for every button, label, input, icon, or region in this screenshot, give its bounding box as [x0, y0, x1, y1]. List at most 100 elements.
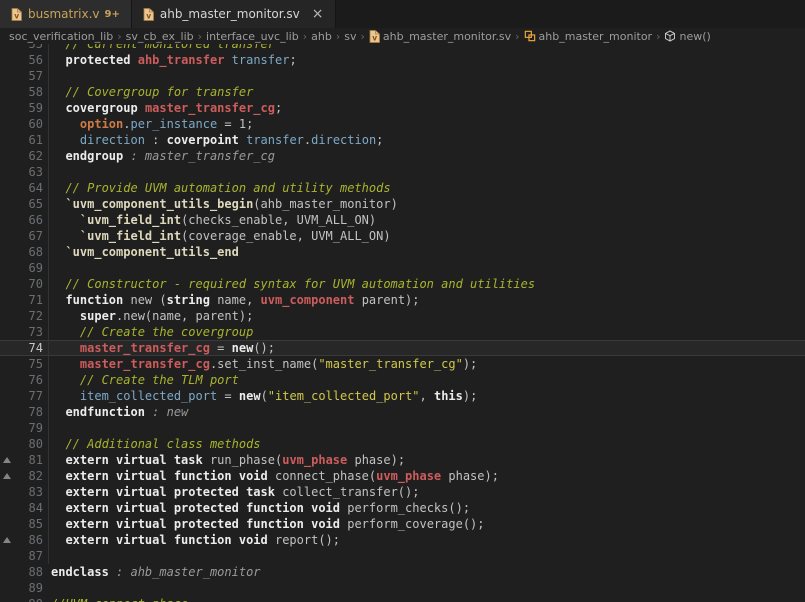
code-line[interactable]: 72 super.new(name, parent); — [0, 308, 805, 324]
code-line[interactable]: 78 endfunction : new — [0, 404, 805, 420]
code-line[interactable]: 56 protected ahb_transfer transfer; — [0, 52, 805, 68]
line-number[interactable]: 88 — [17, 564, 43, 580]
line-text[interactable]: extern virtual protected task collect_tr… — [43, 484, 805, 500]
line-number[interactable]: 63 — [17, 164, 43, 180]
code-line[interactable]: 75 master_transfer_cg.set_inst_name("mas… — [0, 356, 805, 372]
line-text[interactable]: // Create the covergroup — [43, 324, 805, 340]
code-line[interactable]: 86 extern virtual function void report()… — [0, 532, 805, 548]
line-number[interactable]: 86 — [17, 532, 43, 548]
line-number[interactable]: 58 — [17, 84, 43, 100]
line-text[interactable]: `uvm_component_utils_begin(ahb_master_mo… — [43, 196, 805, 212]
line-number[interactable]: 80 — [17, 436, 43, 452]
code-line[interactable]: 77 item_collected_port = new("item_colle… — [0, 388, 805, 404]
line-text[interactable]: covergroup master_transfer_cg; — [43, 100, 805, 116]
line-text[interactable]: extern virtual protected function void p… — [43, 500, 805, 516]
breadcrumb-item-ahb_master_monitor[interactable]: ahb_master_monitor — [524, 30, 653, 43]
line-text[interactable]: // Constructor - required syntax for UVM… — [43, 276, 805, 292]
code-line[interactable]: 64 // Provide UVM automation and utility… — [0, 180, 805, 196]
code-line[interactable]: 71 function new (string name, uvm_compon… — [0, 292, 805, 308]
line-text[interactable] — [43, 580, 805, 596]
line-number[interactable]: 84 — [17, 500, 43, 516]
code-line[interactable]: 68 `uvm_component_utils_end — [0, 244, 805, 260]
line-text[interactable]: function new (string name, uvm_component… — [43, 292, 805, 308]
code-line[interactable]: 57 — [0, 68, 805, 84]
code-line[interactable]: 58 // Covergroup for transfer — [0, 84, 805, 100]
breadcrumb-item-sv_cb_ex_lib[interactable]: sv_cb_ex_lib — [126, 30, 194, 43]
code-line[interactable]: 70 // Constructor - required syntax for … — [0, 276, 805, 292]
code-line[interactable]: 79 — [0, 420, 805, 436]
line-text[interactable]: item_collected_port = new("item_collecte… — [43, 388, 805, 404]
code-line[interactable]: 61 direction : coverpoint transfer.direc… — [0, 132, 805, 148]
line-number[interactable]: 66 — [17, 212, 43, 228]
code-line[interactable]: 90//UVM connect phase — [0, 596, 805, 602]
line-text[interactable]: // Additional class methods — [43, 436, 805, 452]
line-text[interactable]: direction : coverpoint transfer.directio… — [43, 132, 805, 148]
line-number[interactable]: 62 — [17, 148, 43, 164]
line-text[interactable]: extern virtual function void report(); — [43, 532, 805, 548]
close-icon[interactable]: × — [312, 7, 324, 21]
line-number[interactable]: 56 — [17, 52, 43, 68]
line-text[interactable]: extern virtual function void connect_pha… — [43, 468, 805, 484]
line-text[interactable]: // Create the TLM port — [43, 372, 805, 388]
line-text[interactable] — [43, 260, 805, 276]
code-line[interactable]: 88endclass : ahb_master_monitor — [0, 564, 805, 580]
breadcrumb-item-soc_verification_lib[interactable]: soc_verification_lib — [9, 30, 113, 43]
line-text[interactable]: super.new(name, parent); — [43, 308, 805, 324]
line-text[interactable]: protected ahb_transfer transfer; — [43, 52, 805, 68]
code-line[interactable]: 66 `uvm_field_int(checks_enable, UVM_ALL… — [0, 212, 805, 228]
code-line[interactable]: 59 covergroup master_transfer_cg; — [0, 100, 805, 116]
breadcrumb-item-new[interactable]: new() — [664, 30, 710, 43]
line-number[interactable]: 64 — [17, 180, 43, 196]
line-number[interactable]: 69 — [17, 260, 43, 276]
code-line[interactable]: 55 // Current monitored transfer — [0, 44, 805, 52]
line-number[interactable]: 67 — [17, 228, 43, 244]
line-text[interactable]: extern virtual task run_phase(uvm_phase … — [43, 452, 805, 468]
line-number[interactable]: 83 — [17, 484, 43, 500]
tab-ahb-master-monitor[interactable]: v ahb_master_monitor.sv × — [132, 0, 336, 28]
breadcrumb-item-ahb[interactable]: ahb — [311, 30, 332, 43]
line-text[interactable]: // Provide UVM automation and utility me… — [43, 180, 805, 196]
code-line[interactable]: 74 master_transfer_cg = new(); — [0, 340, 805, 356]
tab-busmatrix[interactable]: v busmatrix.v 9+ — [0, 0, 132, 28]
code-editor[interactable]: 55 // Current monitored transfer56 prote… — [0, 44, 805, 602]
line-number[interactable]: 74 — [17, 340, 43, 356]
code-line[interactable]: 89 — [0, 580, 805, 596]
line-number[interactable]: 78 — [17, 404, 43, 420]
line-text[interactable] — [43, 164, 805, 180]
line-number[interactable]: 73 — [17, 324, 43, 340]
code-line[interactable]: 87 — [0, 548, 805, 564]
line-number[interactable]: 87 — [17, 548, 43, 564]
line-text[interactable]: endgroup : master_transfer_cg — [43, 148, 805, 164]
line-number[interactable]: 79 — [17, 420, 43, 436]
line-text[interactable]: master_transfer_cg.set_inst_name("master… — [43, 356, 805, 372]
line-number[interactable]: 81 — [17, 452, 43, 468]
line-number[interactable]: 68 — [17, 244, 43, 260]
line-number[interactable]: 76 — [17, 372, 43, 388]
code-line[interactable]: 63 — [0, 164, 805, 180]
line-number[interactable]: 77 — [17, 388, 43, 404]
code-line[interactable]: 82 extern virtual function void connect_… — [0, 468, 805, 484]
line-number[interactable]: 75 — [17, 356, 43, 372]
line-text[interactable]: master_transfer_cg = new(); — [43, 340, 805, 356]
line-number[interactable]: 65 — [17, 196, 43, 212]
line-text[interactable]: option.per_instance = 1; — [43, 116, 805, 132]
breadcrumb-item-sv[interactable]: sv — [344, 30, 356, 43]
line-number[interactable]: 82 — [17, 468, 43, 484]
line-text[interactable]: endclass : ahb_master_monitor — [43, 564, 805, 580]
line-number[interactable]: 72 — [17, 308, 43, 324]
line-text[interactable]: `uvm_field_int(checks_enable, UVM_ALL_ON… — [43, 212, 805, 228]
breadcrumb-item-ahb_master_monitor.sv[interactable]: vahb_master_monitor.sv — [369, 30, 511, 43]
line-text[interactable] — [43, 420, 805, 436]
line-number[interactable]: 90 — [17, 596, 43, 602]
code-line[interactable]: 62 endgroup : master_transfer_cg — [0, 148, 805, 164]
code-line[interactable]: 60 option.per_instance = 1; — [0, 116, 805, 132]
breadcrumb-item-interface_uvc_lib[interactable]: interface_uvc_lib — [206, 30, 299, 43]
code-line[interactable]: 65 `uvm_component_utils_begin(ahb_master… — [0, 196, 805, 212]
code-line[interactable]: 84 extern virtual protected function voi… — [0, 500, 805, 516]
code-line[interactable]: 67 `uvm_field_int(coverage_enable, UVM_A… — [0, 228, 805, 244]
line-text[interactable] — [43, 68, 805, 84]
code-line[interactable]: 83 extern virtual protected task collect… — [0, 484, 805, 500]
code-line[interactable]: 69 — [0, 260, 805, 276]
line-text[interactable]: // Covergroup for transfer — [43, 84, 805, 100]
line-number[interactable]: 61 — [17, 132, 43, 148]
